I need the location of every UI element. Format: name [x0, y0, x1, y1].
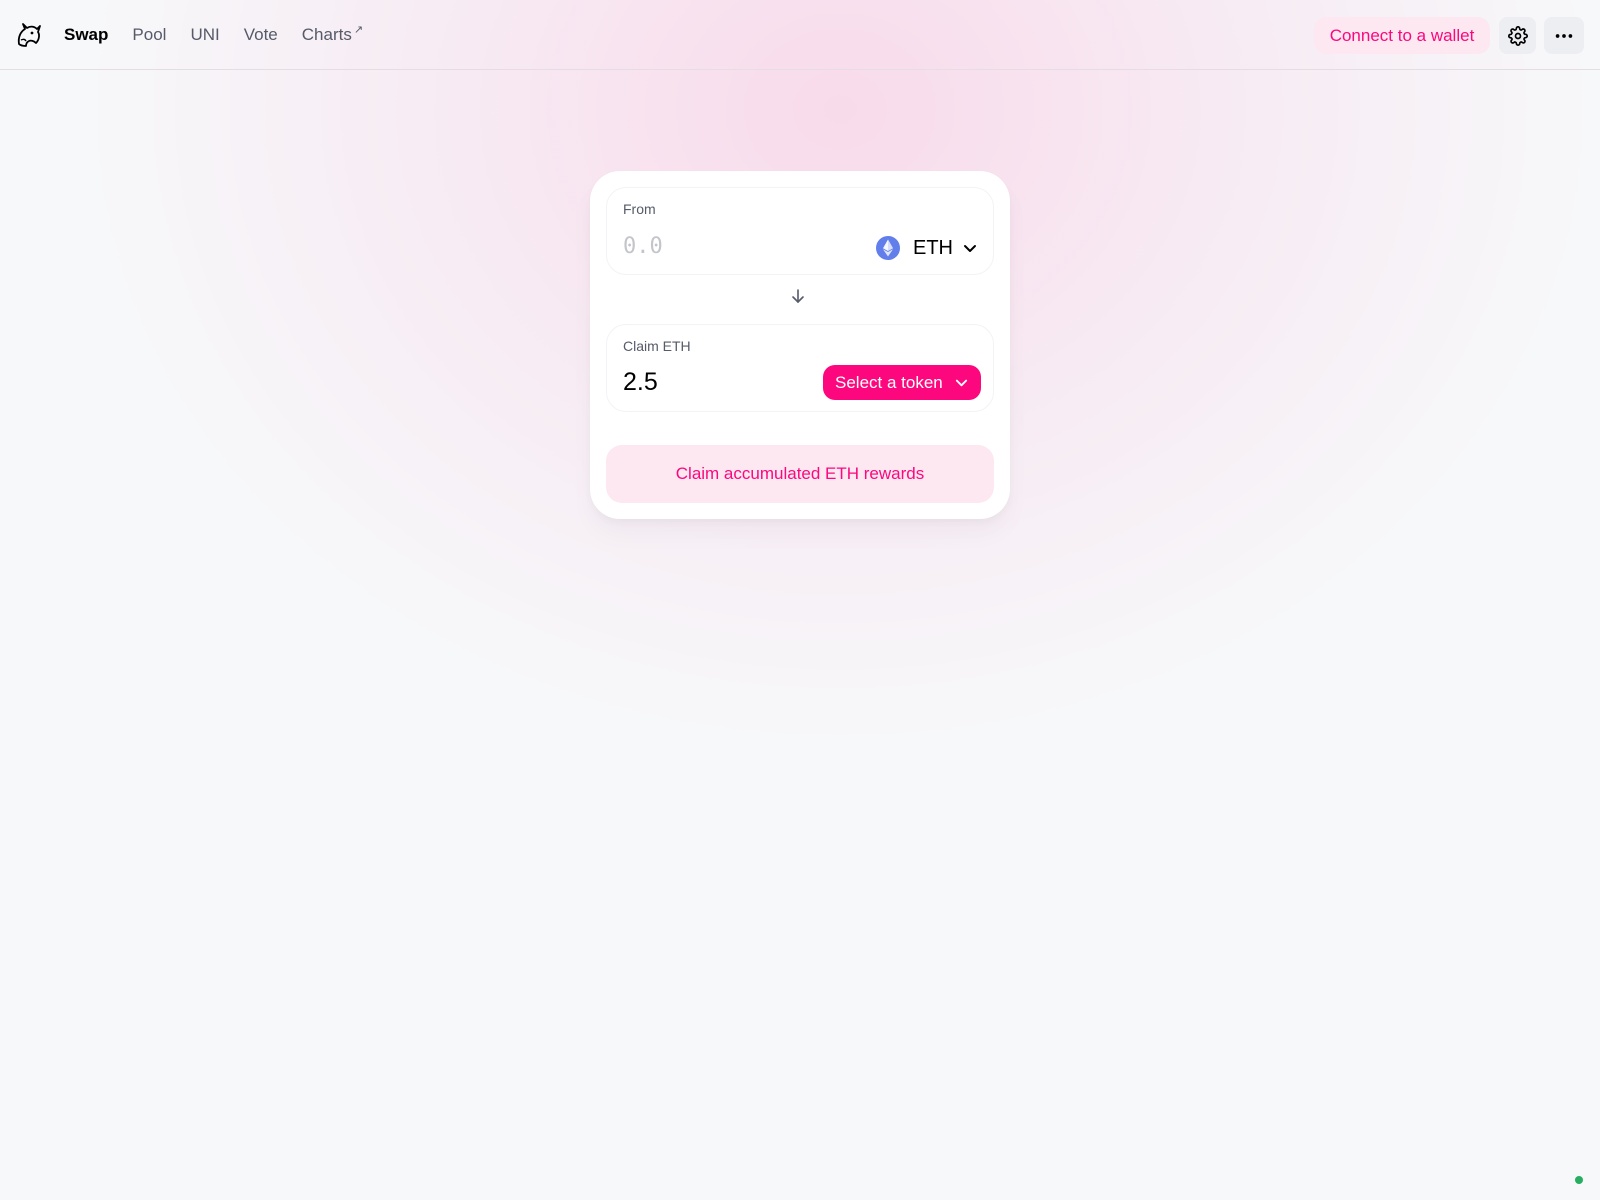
unicorn-logo-icon[interactable] [14, 20, 42, 48]
from-panel: From ETH [606, 187, 994, 275]
main-nav: Swap Pool UNI Vote Charts ↗ [64, 0, 387, 70]
settings-button[interactable] [1499, 17, 1536, 54]
external-link-icon: ↗ [353, 24, 364, 36]
select-token-button[interactable]: Select a token [823, 365, 981, 400]
chevron-down-icon [964, 245, 976, 252]
claim-panel: Claim ETH 2.5 Select a token [606, 324, 994, 412]
top-header: Swap Pool UNI Vote Charts ↗ Connect to a… [0, 0, 1600, 70]
swap-card: From ETH Claim ETH 2.5 Select a token [590, 171, 1010, 519]
claim-rewards-button[interactable]: Claim accumulated ETH rewards [606, 445, 994, 503]
from-amount-input[interactable] [623, 230, 843, 262]
nav-swap[interactable]: Swap [64, 25, 108, 45]
nav-charts[interactable]: Charts ↗ [302, 24, 364, 45]
from-label: From [623, 201, 656, 217]
connect-wallet-button[interactable]: Connect to a wallet [1314, 17, 1490, 54]
arrow-down-icon[interactable] [790, 288, 806, 304]
gear-icon [1507, 25, 1528, 46]
nav-pool[interactable]: Pool [132, 25, 166, 45]
claim-label: Claim ETH [623, 338, 691, 354]
from-token-select[interactable]: ETH [876, 230, 977, 266]
nav-uni[interactable]: UNI [190, 25, 219, 45]
more-horizontal-icon [1555, 33, 1573, 38]
nav-vote[interactable]: Vote [244, 25, 278, 45]
ethereum-icon [876, 236, 900, 260]
from-token-symbol: ETH [913, 236, 953, 259]
chevron-down-icon [955, 379, 967, 387]
status-indicator [1575, 1176, 1583, 1184]
claim-amount: 2.5 [623, 368, 658, 396]
more-menu-button[interactable] [1544, 17, 1584, 54]
